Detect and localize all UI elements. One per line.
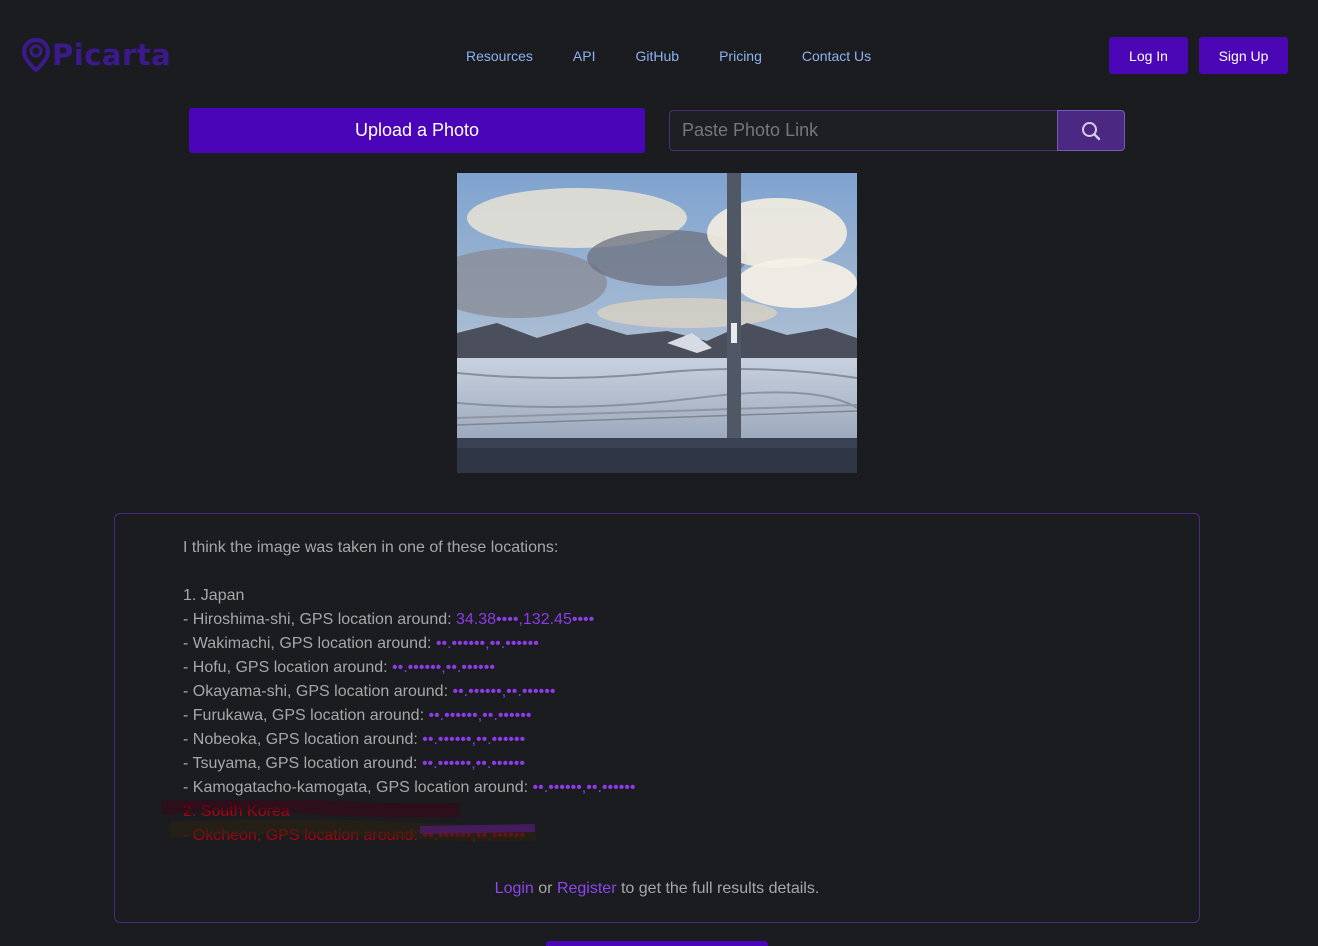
main-nav: Resources API GitHub Pricing Contact Us: [466, 47, 911, 65]
gps-coordinates[interactable]: 34.38••••,132.45••••: [456, 611, 594, 628]
gps-coordinates: ••.••••••,••.••••••: [435, 635, 539, 652]
uploaded-photo: [457, 173, 857, 473]
results-intro: I think the image was taken in one of th…: [183, 539, 559, 556]
location-item: - Kamogatacho-kamogata, GPS location aro…: [183, 779, 636, 796]
location-item: - Nobeoka, GPS location around: ••.•••••…: [183, 731, 526, 748]
login-register-prompt: Login or Register to get the full result…: [494, 880, 820, 897]
nav-api[interactable]: API: [573, 47, 596, 65]
page: Picarta Resources API GitHub Pricing Con…: [0, 0, 1318, 946]
bottom-button-edge[interactable]: [546, 941, 768, 946]
gps-coordinates: ••.••••••,••.••••••: [452, 683, 556, 700]
location-item: - Tsuyama, GPS location around: ••.•••••…: [183, 755, 525, 772]
login-button[interactable]: Log In: [1109, 37, 1188, 74]
gps-coordinates: ••.••••••,••.••••••: [428, 707, 532, 724]
location-item: - Wakimachi, GPS location around: ••.•••…: [183, 635, 539, 652]
country-south-korea: 2. South Korea: [183, 803, 290, 820]
search-button[interactable]: [1057, 110, 1125, 151]
gps-coordinates: ••.••••••,••.••••••: [532, 779, 636, 796]
login-link[interactable]: Login: [495, 880, 534, 897]
nav-github[interactable]: GitHub: [636, 47, 680, 65]
photo-link-input[interactable]: [669, 110, 1058, 151]
search-icon: [1082, 121, 1101, 140]
register-link[interactable]: Register: [557, 880, 617, 897]
results-panel: I think the image was taken in one of th…: [114, 513, 1200, 923]
brand-logo[interactable]: Picarta: [22, 38, 171, 72]
signup-button[interactable]: Sign Up: [1199, 37, 1288, 74]
location-item-okcheon: - Okcheon, GPS location around: ••.•••••…: [183, 827, 526, 844]
location-item: - Hiroshima-shi, GPS location around: 34…: [183, 611, 595, 628]
results-text: I think the image was taken in one of th…: [183, 536, 636, 848]
location-pin-icon: [22, 38, 50, 72]
nav-contact-us[interactable]: Contact Us: [802, 47, 871, 65]
brand-name: Picarta: [52, 38, 172, 72]
location-item: - Furukawa, GPS location around: ••.••••…: [183, 707, 532, 724]
location-item: - Okayama-shi, GPS location around: ••.•…: [183, 683, 556, 700]
landscape-photo-image: [457, 173, 857, 473]
gps-coordinates: ••.••••••,••.••••••: [422, 731, 526, 748]
upload-photo-button[interactable]: Upload a Photo: [189, 108, 645, 153]
nav-resources[interactable]: Resources: [466, 47, 533, 65]
gps-coordinates: ••.••••••,••.••••••: [421, 755, 525, 772]
country-japan: 1. Japan: [183, 587, 245, 604]
nav-pricing[interactable]: Pricing: [719, 47, 762, 65]
gps-coordinates: ••.••••••,••.••••••: [392, 659, 495, 676]
location-item: - Hofu, GPS location around: ••.••••••,•…: [183, 659, 495, 676]
